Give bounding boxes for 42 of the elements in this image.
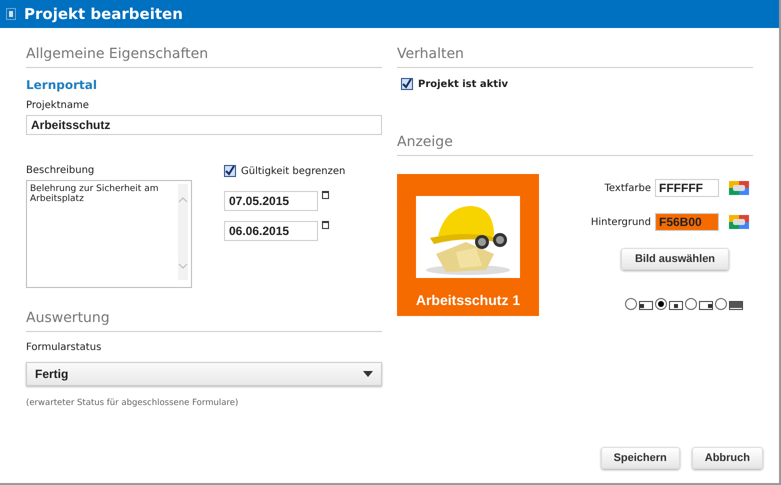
checkbox[interactable] [401, 78, 413, 90]
align-right-icon [699, 301, 713, 310]
checkbox-label: Projekt ist aktiv [418, 78, 508, 90]
align-center-icon [669, 301, 683, 310]
radio-button[interactable] [685, 298, 697, 310]
field-label: Textfarbe [604, 182, 651, 194]
checkbox-label: Gültigkeit begrenzen [241, 166, 346, 176]
checkbox[interactable] [224, 165, 236, 177]
caret-icon [363, 371, 373, 377]
field-label: Formularstatus [26, 342, 102, 353]
description-field[interactable]: Belehrung zur Sicherheit am Arbeitsplatz [26, 180, 192, 288]
save-button[interactable]: Speichern [600, 447, 680, 469]
description-text: Belehrung zur Sicherheit am Arbeitsplatz [30, 184, 160, 206]
window-icon [6, 8, 16, 20]
cancel-button[interactable]: Abbruch [692, 447, 763, 469]
text-color-field[interactable]: FFFFFF [655, 179, 719, 197]
align-fill-icon [729, 301, 743, 310]
calendar-icon[interactable] [322, 221, 329, 229]
section-heading: Verhalten [397, 46, 753, 68]
radio-button[interactable] [655, 298, 667, 310]
project-name-field[interactable]: Arbeitsschutz [26, 115, 382, 135]
field-label: Hintergrund [590, 216, 651, 228]
color-picker-icon[interactable] [729, 215, 749, 229]
calendar-icon[interactable] [322, 191, 329, 199]
background-color-field[interactable]: F56B00 [655, 213, 719, 231]
field-label: Beschreibung [26, 165, 96, 176]
section-heading: Auswertung [26, 310, 382, 332]
hint-text: (erwarteter Status für abgeschlossene Formulare) [26, 398, 240, 408]
radio-button[interactable] [625, 298, 637, 310]
section-heading: Anzeige [397, 134, 753, 156]
radio-button[interactable] [715, 298, 727, 310]
section-heading: Allgemeine Eigenschaften [26, 46, 382, 68]
choose-image-button[interactable]: Bild auswählen [621, 248, 729, 270]
preview-caption: Arbeitsschutz 1 [416, 292, 520, 308]
color-picker-icon[interactable] [729, 181, 749, 195]
window-title: Projekt bearbeiten [24, 5, 183, 23]
field-label: Projektname [26, 100, 90, 111]
status-dropdown[interactable]: Fertig [26, 362, 382, 386]
portal-name: Lernportal [26, 78, 98, 92]
start-date-field[interactable]: 07.05.2015 [224, 191, 318, 211]
end-date-field[interactable]: 06.06.2015 [224, 221, 318, 241]
align-left-icon [639, 301, 653, 310]
